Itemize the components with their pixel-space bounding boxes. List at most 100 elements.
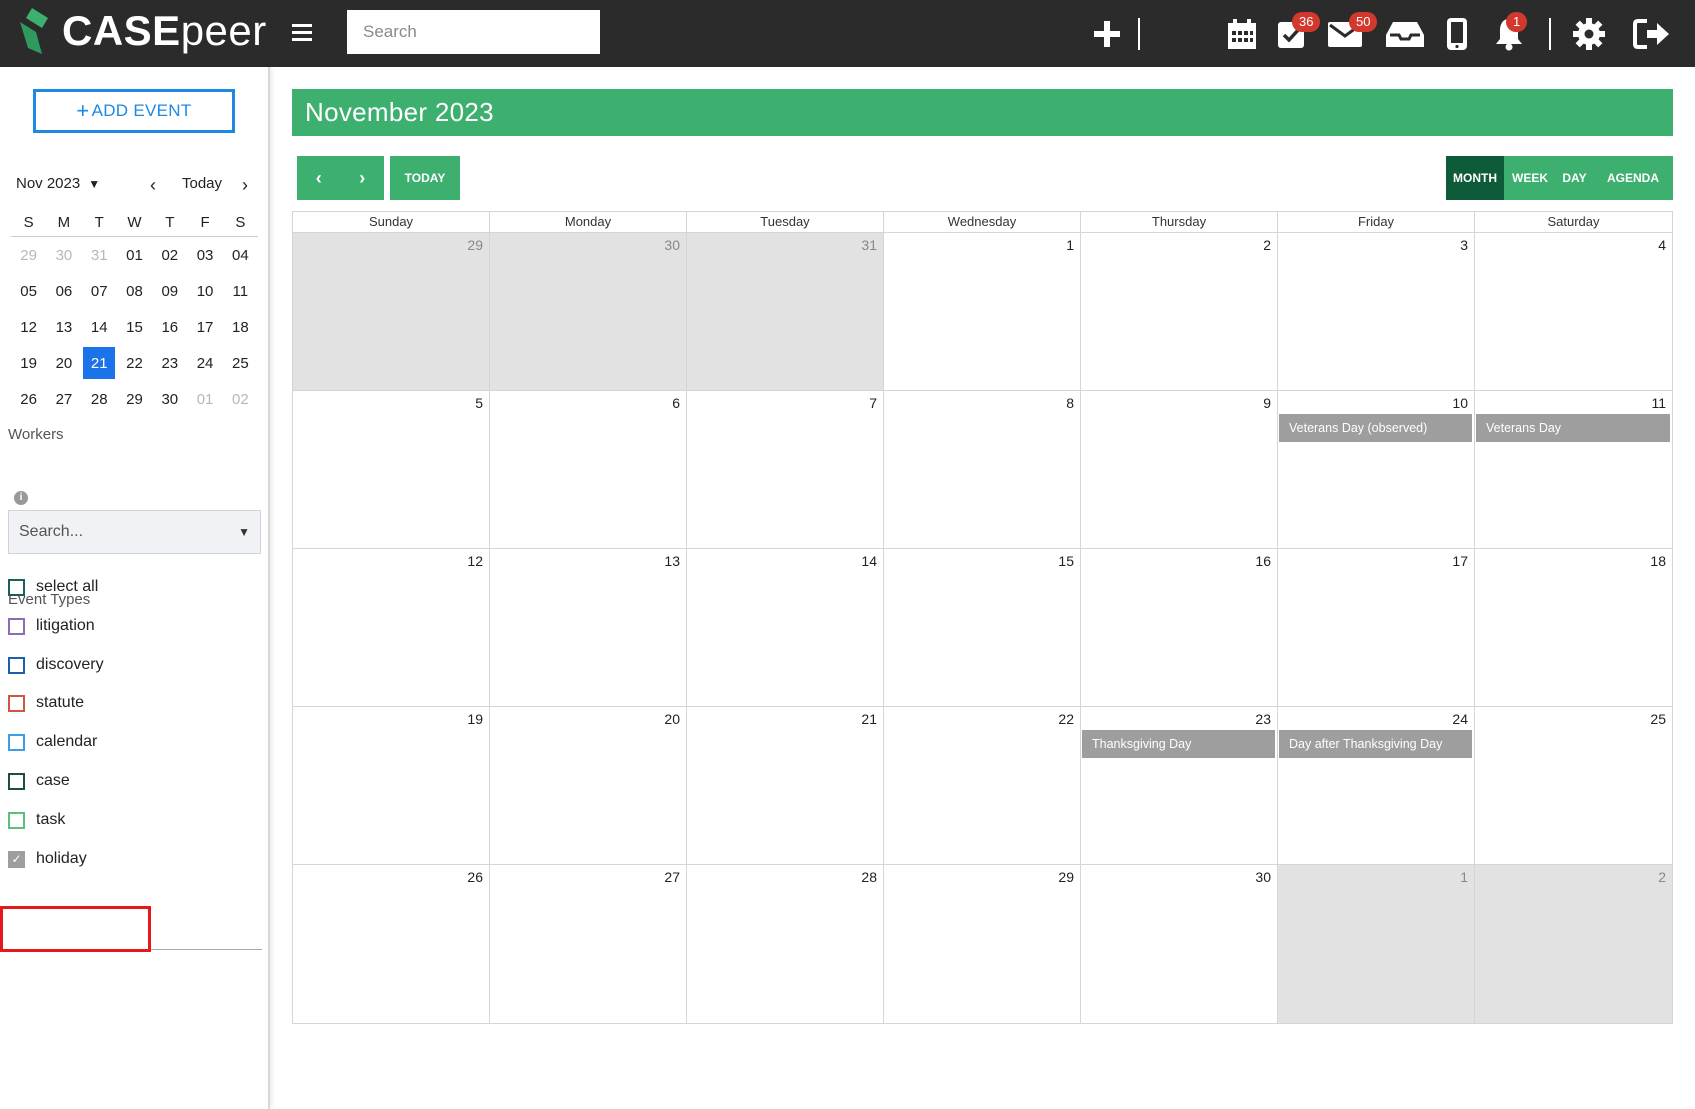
day-number[interactable]: 12 <box>467 553 483 569</box>
day-number[interactable]: 23 <box>1255 711 1271 727</box>
day-number[interactable]: 14 <box>861 553 877 569</box>
mini-calendar-day-cell[interactable]: 10 <box>187 275 222 307</box>
mini-calendar-day[interactable]: 03 <box>189 239 221 271</box>
mini-calendar-day-cell[interactable]: 11 <box>223 275 258 307</box>
calendar-day-cell[interactable]: 25 <box>1475 707 1672 864</box>
mini-calendar-day-cell[interactable]: 14 <box>82 311 117 343</box>
day-number[interactable]: 30 <box>1255 869 1271 885</box>
calendar-day-cell[interactable]: 2 <box>1081 233 1278 390</box>
checkbox-icon[interactable] <box>8 772 25 790</box>
mini-calendar-day-cell[interactable]: 19 <box>11 347 46 379</box>
calendar-day-cell[interactable]: 17 <box>1278 549 1475 706</box>
calendar-day-cell[interactable]: 7 <box>687 391 884 548</box>
checkbox-icon[interactable] <box>8 578 25 596</box>
mini-today-link[interactable]: Today <box>182 175 222 192</box>
event-type-case[interactable]: case <box>8 769 70 793</box>
calendar-day-cell[interactable]: 10 Veterans Day (observed) <box>1278 391 1475 548</box>
mini-calendar-day-cell[interactable]: 05 <box>11 275 46 307</box>
checkbox-icon[interactable] <box>8 811 25 829</box>
mini-calendar-day[interactable]: 25 <box>224 347 256 379</box>
calendar-icon[interactable] <box>1226 14 1258 54</box>
calendar-day-cell[interactable]: 27 <box>490 865 687 1023</box>
mini-calendar-day-cell[interactable]: 01 <box>187 383 222 415</box>
day-number[interactable]: 1 <box>1066 237 1074 253</box>
mini-calendar-day-cell[interactable]: 02 <box>223 383 258 415</box>
mini-calendar-day[interactable]: 04 <box>224 239 256 271</box>
logout-icon[interactable] <box>1632 14 1672 54</box>
mini-calendar-day[interactable]: 17 <box>189 311 221 343</box>
next-month-button[interactable]: › <box>341 156 385 200</box>
day-number[interactable]: 5 <box>475 395 483 411</box>
calendar-day-cell[interactable]: 26 <box>293 865 490 1023</box>
event-type-task[interactable]: task <box>8 808 65 832</box>
mini-calendar-day[interactable]: 30 <box>48 239 80 271</box>
calendar-day-cell[interactable]: 15 <box>884 549 1081 706</box>
day-number[interactable]: 13 <box>664 553 680 569</box>
add-plus-icon[interactable] <box>1090 14 1124 54</box>
mail-icon[interactable]: 50 <box>1327 12 1378 54</box>
event-type-calendar[interactable]: calendar <box>8 730 97 754</box>
mini-calendar-day-cell[interactable]: 30 <box>152 383 187 415</box>
checkbox-icon[interactable] <box>8 656 25 674</box>
mini-calendar-day-cell[interactable]: 21 <box>82 347 117 379</box>
day-number[interactable]: 7 <box>869 395 877 411</box>
mini-next-chevron-icon[interactable]: › <box>242 175 248 196</box>
day-number[interactable]: 29 <box>467 237 483 253</box>
inbox-tray-icon[interactable] <box>1385 14 1425 54</box>
mini-calendar-day-cell[interactable]: 18 <box>223 311 258 343</box>
mini-calendar-day[interactable]: 29 <box>118 383 150 415</box>
mini-calendar-day[interactable]: 07 <box>83 275 115 307</box>
mini-calendar-day-cell[interactable]: 25 <box>223 347 258 379</box>
mini-calendar-day-cell[interactable]: 01 <box>117 239 152 271</box>
mini-calendar-day[interactable]: 16 <box>154 311 186 343</box>
holiday-event[interactable]: Thanksgiving Day <box>1082 730 1275 758</box>
mini-calendar-day-cell[interactable]: 06 <box>46 275 81 307</box>
day-number[interactable]: 21 <box>861 711 877 727</box>
mini-calendar-day-cell[interactable]: 16 <box>152 311 187 343</box>
event-type-statute[interactable]: statute <box>8 691 84 715</box>
mini-calendar-day-cell[interactable]: 17 <box>187 311 222 343</box>
checkbox-checked-icon[interactable]: ✓ <box>8 850 25 868</box>
mini-calendar-day[interactable]: 06 <box>48 275 80 307</box>
day-number[interactable]: 8 <box>1066 395 1074 411</box>
checkbox-icon[interactable] <box>8 733 25 751</box>
day-number[interactable]: 19 <box>467 711 483 727</box>
day-number[interactable]: 16 <box>1255 553 1271 569</box>
holiday-event[interactable]: Veterans Day (observed) <box>1279 414 1472 442</box>
calendar-day-cell[interactable]: 5 <box>293 391 490 548</box>
mini-calendar-day[interactable]: 05 <box>13 275 45 307</box>
mini-calendar-day[interactable]: 19 <box>13 347 45 379</box>
mini-calendar-day-cell[interactable]: 22 <box>117 347 152 379</box>
mini-prev-chevron-icon[interactable]: ‹ <box>150 175 156 196</box>
mini-calendar-day[interactable]: 14 <box>83 311 115 343</box>
mini-calendar-day[interactable]: 01 <box>189 383 221 415</box>
casepeer-logo[interactable]: CASEpeer <box>18 6 267 56</box>
day-number[interactable]: 2 <box>1658 869 1666 885</box>
event-type-discovery[interactable]: discovery <box>8 653 104 677</box>
mini-calendar-day[interactable]: 27 <box>48 383 80 415</box>
day-number[interactable]: 22 <box>1058 711 1074 727</box>
calendar-day-cell[interactable]: 12 <box>293 549 490 706</box>
day-number[interactable]: 2 <box>1263 237 1271 253</box>
calendar-day-cell[interactable]: 16 <box>1081 549 1278 706</box>
mini-calendar-day[interactable]: 30 <box>154 383 186 415</box>
mini-calendar-day-cell[interactable]: 30 <box>46 239 81 271</box>
mini-calendar-day[interactable]: 01 <box>118 239 150 271</box>
add-event-button[interactable]: + ADD EVENT <box>33 89 235 133</box>
calendar-day-cell[interactable]: 2 <box>1475 865 1672 1023</box>
mini-calendar-day-cell[interactable]: 08 <box>117 275 152 307</box>
mini-calendar-day[interactable]: 12 <box>13 311 45 343</box>
day-number[interactable]: 4 <box>1658 237 1666 253</box>
calendar-day-cell[interactable]: 6 <box>490 391 687 548</box>
mini-calendar-day-cell[interactable]: 24 <box>187 347 222 379</box>
calendar-day-cell[interactable]: 19 <box>293 707 490 864</box>
day-number[interactable]: 26 <box>467 869 483 885</box>
calendar-day-cell[interactable]: 29 <box>884 865 1081 1023</box>
mini-calendar-day-cell[interactable]: 31 <box>82 239 117 271</box>
checkbox-icon[interactable] <box>8 617 25 635</box>
mini-calendar-day[interactable]: 11 <box>224 275 256 307</box>
calendar-day-cell[interactable]: 11 Veterans Day <box>1475 391 1672 548</box>
day-number[interactable]: 6 <box>672 395 680 411</box>
day-number[interactable]: 1 <box>1460 869 1468 885</box>
mini-calendar-day[interactable]: 08 <box>118 275 150 307</box>
